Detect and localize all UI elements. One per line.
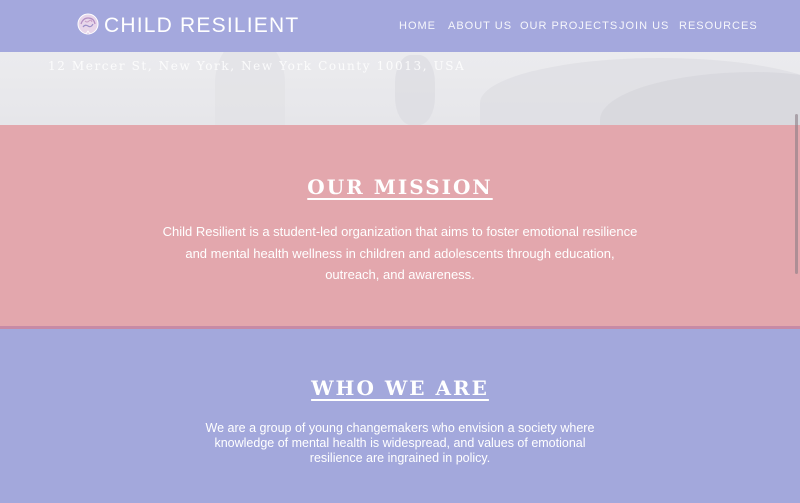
main-nav: HOME ABOUT US OUR PROJECTS JOIN US RESOU… — [0, 20, 800, 34]
nav-our-projects[interactable]: OUR PROJECTS — [520, 20, 618, 32]
mission-text-line: Child Resilient is a student-led organiz… — [162, 224, 638, 239]
nav-join-us[interactable]: JOIN US — [619, 20, 669, 32]
who-we-are-title: WHO WE ARE — [311, 376, 489, 400]
hero-figure — [215, 40, 285, 125]
who-text-line: knowledge of mental health is widespread… — [214, 436, 586, 450]
mission-title: OUR MISSION — [307, 175, 493, 199]
mission-text: Child Resilient is a student-led organiz… — [130, 221, 670, 286]
mission-text-line: outreach, and awareness. — [325, 267, 475, 282]
who-text-line: resilience are ingrained in policy. — [309, 451, 491, 465]
who-we-are-text: We are a group of young changemakers who… — [190, 421, 610, 466]
nav-resources[interactable]: RESOURCES — [679, 20, 758, 32]
top-navbar: CHILD RESILIENT HOME ABOUT US OUR PROJEC… — [0, 0, 800, 52]
hero-address: 12 Mercer St, New York, New York County … — [48, 59, 466, 73]
who-we-are-section: WHO WE ARE We are a group of young chang… — [0, 329, 800, 503]
nav-about-us[interactable]: ABOUT US — [448, 20, 512, 32]
mission-text-line: and mental health wellness in children a… — [185, 245, 615, 261]
who-text-line: We are a group of young changemakers who… — [205, 421, 595, 435]
nav-home[interactable]: HOME — [399, 20, 436, 32]
scrollbar[interactable] — [795, 114, 798, 274]
mission-section: OUR MISSION Child Resilient is a student… — [0, 125, 800, 326]
